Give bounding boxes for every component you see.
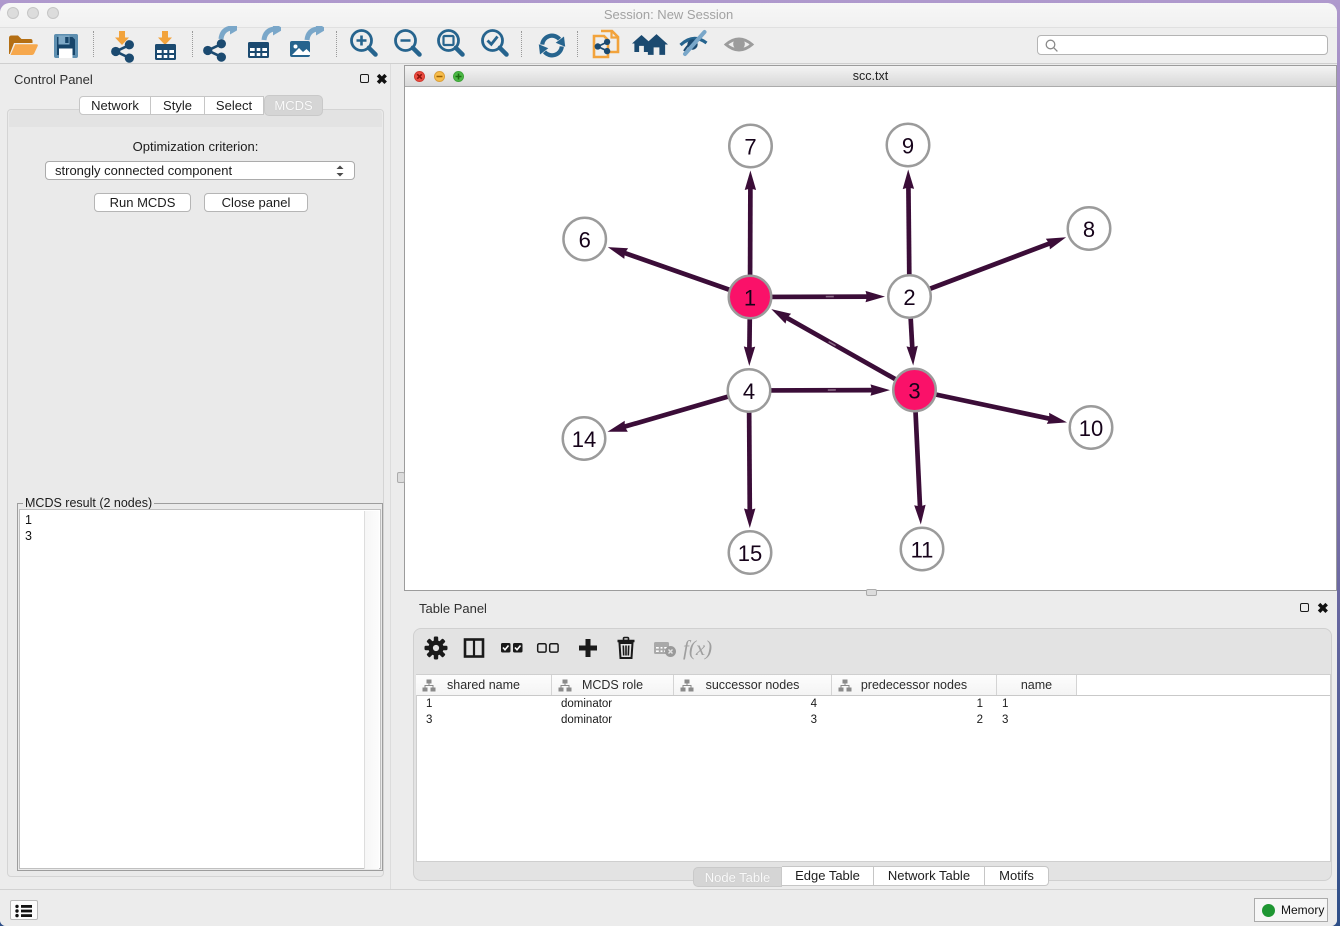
- svg-text:2: 2: [903, 285, 915, 310]
- svg-text:9: 9: [902, 134, 914, 159]
- svg-text:6: 6: [579, 228, 591, 253]
- svg-text:3: 3: [908, 379, 920, 404]
- svg-text:11: 11: [911, 538, 934, 563]
- svg-text:8: 8: [1083, 217, 1095, 242]
- svg-text:10: 10: [1079, 416, 1103, 441]
- svg-text:f(x): f(x): [683, 636, 712, 660]
- svg-text:7: 7: [744, 135, 756, 160]
- svg-text:1: 1: [744, 286, 756, 311]
- svg-text:15: 15: [738, 541, 762, 566]
- svg-text:4: 4: [743, 379, 755, 404]
- svg-text:14: 14: [572, 427, 596, 452]
